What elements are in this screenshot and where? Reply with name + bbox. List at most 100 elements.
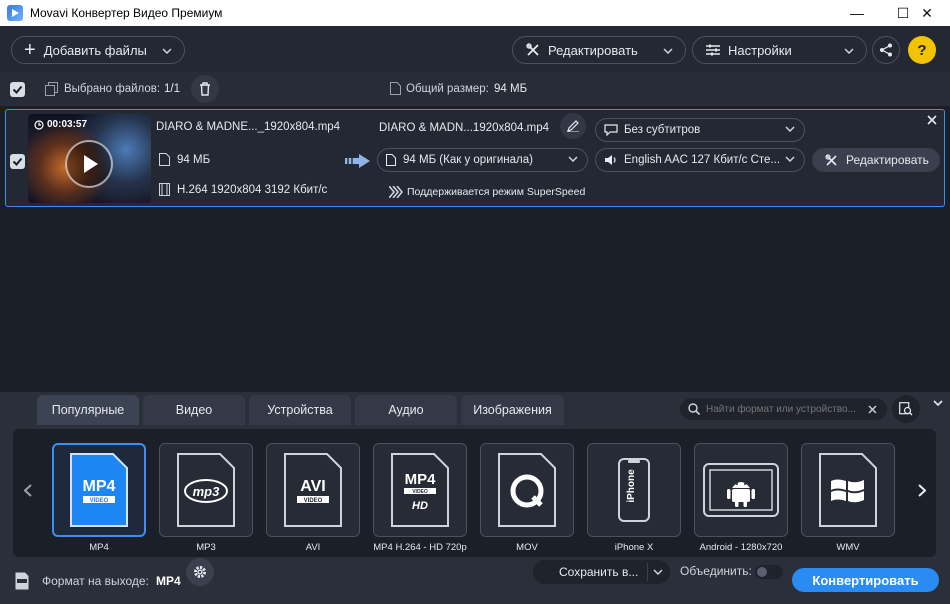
clock-icon bbox=[34, 119, 44, 130]
collapse-panel-icon[interactable] bbox=[933, 400, 943, 406]
output-filename: DIARO & MADN...1920x804.mp4 bbox=[379, 122, 550, 134]
android-tablet-icon bbox=[703, 463, 779, 517]
video-thumbnail[interactable]: 00:03:57 bbox=[28, 114, 151, 203]
format-label: AVI bbox=[305, 542, 321, 553]
checkmark-icon bbox=[12, 85, 23, 94]
film-icon bbox=[159, 183, 170, 196]
format-panel: Популярные Видео Устройства Аудио Изобра… bbox=[0, 392, 950, 604]
duration-text: 00:03:57 bbox=[47, 119, 88, 130]
selected-files-label: Выбрано файлов: bbox=[64, 83, 161, 95]
format-search[interactable] bbox=[680, 398, 887, 420]
tab-audio[interactable]: Аудио bbox=[355, 395, 457, 425]
output-size-dropdown[interactable]: 94 МБ (Как у оригинала) bbox=[377, 148, 588, 172]
plus-icon: + bbox=[24, 39, 36, 61]
window-title: Movavi Конвертер Видео Премиум bbox=[30, 6, 223, 20]
chevron-left-icon[interactable] bbox=[24, 484, 32, 497]
output-size-value: 94 МБ (Как у оригинала) bbox=[403, 154, 533, 166]
chevron-down-icon bbox=[785, 126, 795, 132]
save-to-button[interactable]: Сохранить в... bbox=[533, 560, 670, 584]
chevron-right-icon[interactable] bbox=[918, 484, 926, 497]
convert-button[interactable]: Конвертировать bbox=[792, 568, 939, 592]
settings-menu-label: Настройки bbox=[728, 42, 792, 58]
source-size: 94 МБ bbox=[177, 154, 211, 166]
audio-track-dropdown[interactable]: English AAC 127 Кбит/с Сте... bbox=[595, 148, 805, 172]
output-format-icon bbox=[15, 572, 29, 590]
gear-icon bbox=[194, 566, 206, 578]
format-android-1280x720[interactable]: Android - 1280x720 bbox=[694, 443, 788, 553]
selection-bar: Выбрано файлов: 1/1 Общий размер: 94 МБ bbox=[0, 72, 950, 106]
sliders-icon bbox=[706, 44, 720, 56]
help-icon: ? bbox=[917, 41, 927, 59]
select-all-checkbox[interactable] bbox=[10, 82, 25, 97]
chevron-down-icon bbox=[663, 48, 673, 54]
windows-icon bbox=[819, 453, 877, 527]
quicktime-icon bbox=[498, 453, 556, 527]
file-item[interactable]: 00:03:57 DIARO & MADNE..._1920x804.mp4 9… bbox=[5, 109, 945, 207]
format-avi[interactable]: AVI VIDEO AVI bbox=[266, 443, 360, 553]
svg-text:VIDEO: VIDEO bbox=[90, 498, 109, 504]
format-iphone-x[interactable]: iPhone iPhone X bbox=[587, 443, 681, 553]
superspeed-icon bbox=[389, 186, 403, 198]
total-size-value: 94 МБ bbox=[494, 83, 528, 95]
format-label: iPhone X bbox=[614, 542, 654, 553]
source-filename: DIARO & MADNE..._1920x804.mp4 bbox=[156, 121, 341, 133]
output-settings-button[interactable] bbox=[186, 558, 214, 586]
format-mp3[interactable]: mp3 MP3 bbox=[159, 443, 253, 553]
subtitles-value: Без субтитров bbox=[624, 124, 701, 136]
svg-text:iPhone: iPhone bbox=[626, 469, 637, 503]
format-label: MOV bbox=[516, 542, 538, 553]
format-label: Android - 1280x720 bbox=[699, 542, 783, 553]
share-icon bbox=[880, 43, 892, 57]
file-checkbox[interactable] bbox=[10, 154, 25, 169]
mp3-icon: mp3 bbox=[177, 453, 235, 527]
rename-button[interactable] bbox=[560, 113, 586, 139]
mp4-icon: MP4 VIDEO bbox=[70, 453, 128, 527]
save-to-label: Сохранить в... bbox=[559, 565, 639, 579]
format-wmv[interactable]: WMV bbox=[801, 443, 895, 553]
edit-file-button[interactable]: Редактировать bbox=[812, 148, 940, 172]
format-label: MP4 bbox=[89, 542, 109, 553]
tab-video[interactable]: Видео bbox=[143, 395, 245, 425]
toolbar: + Добавить файлы Редактировать Настройки… bbox=[0, 26, 950, 72]
pencil-icon bbox=[567, 120, 579, 132]
settings-menu-button[interactable]: Настройки bbox=[692, 36, 867, 64]
clear-search-icon[interactable] bbox=[868, 405, 877, 414]
arrow-right-icon bbox=[345, 154, 370, 168]
avi-icon: AVI VIDEO bbox=[284, 453, 342, 527]
tab-images[interactable]: Изображения bbox=[461, 395, 564, 425]
svg-text:VIDEO: VIDEO bbox=[412, 489, 428, 495]
duration-badge: 00:03:57 bbox=[34, 119, 87, 130]
format-mov[interactable]: MOV bbox=[480, 443, 574, 553]
format-search-input[interactable] bbox=[706, 403, 866, 415]
format-carousel: MP4 VIDEO MP4 mp3 MP3 AVI VIDEO AVI MP4 VID… bbox=[13, 429, 936, 557]
movavi-app-icon bbox=[7, 5, 23, 21]
mp4-hd-icon: MP4VIDEO HD bbox=[391, 453, 449, 527]
detect-format-icon bbox=[899, 402, 913, 416]
help-button[interactable]: ? bbox=[908, 36, 936, 64]
subtitles-dropdown[interactable]: Без субтитров bbox=[595, 118, 805, 142]
chevron-down-icon[interactable] bbox=[653, 569, 663, 575]
edit-menu-button[interactable]: Редактировать bbox=[512, 36, 686, 64]
minimize-button[interactable]: — bbox=[834, 0, 880, 26]
delete-button[interactable] bbox=[191, 75, 219, 103]
format-mp4-hd-720p[interactable]: MP4 VIDEO HD MP4 H.264 - HD 720p bbox=[373, 443, 467, 553]
files-icon bbox=[45, 82, 58, 96]
trash-icon bbox=[200, 82, 210, 96]
format-detect-button[interactable] bbox=[892, 395, 920, 423]
play-button[interactable] bbox=[65, 140, 113, 188]
iphone-icon: iPhone bbox=[618, 458, 650, 522]
audio-track-value: English AAC 127 Кбит/с Сте... bbox=[624, 154, 781, 166]
share-button[interactable] bbox=[872, 36, 900, 64]
format-mp4[interactable]: MP4 VIDEO MP4 bbox=[52, 443, 146, 553]
add-files-button[interactable]: + Добавить файлы bbox=[11, 36, 185, 64]
edit-menu-label: Редактировать bbox=[548, 42, 638, 58]
remove-file-icon[interactable] bbox=[927, 115, 937, 125]
merge-label: Объединить: bbox=[680, 564, 752, 578]
tab-devices[interactable]: Устройства bbox=[249, 395, 351, 425]
chevron-down-icon bbox=[162, 48, 172, 54]
tab-popular[interactable]: Популярные bbox=[37, 395, 139, 425]
output-format-label: Формат на выходе: bbox=[42, 574, 149, 588]
merge-toggle[interactable] bbox=[755, 565, 783, 579]
close-window-button[interactable]: ✕ bbox=[904, 0, 950, 26]
checkmark-icon bbox=[12, 157, 23, 166]
